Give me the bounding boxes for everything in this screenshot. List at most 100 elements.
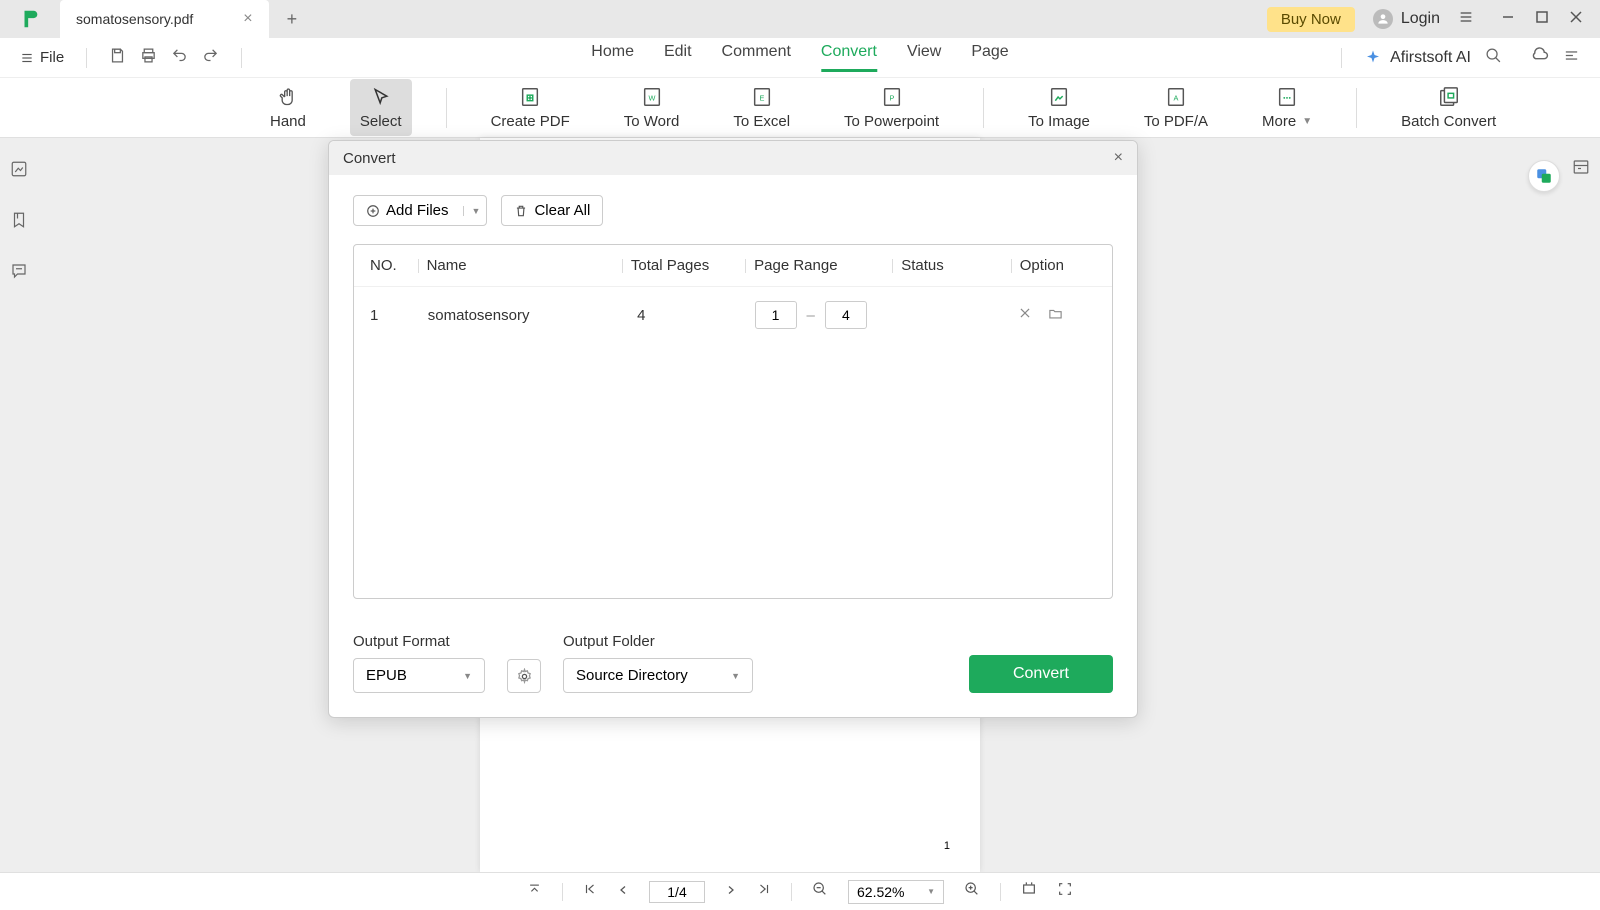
app-logo: [0, 8, 60, 30]
fit-page-icon[interactable]: [1057, 881, 1073, 902]
convert-button[interactable]: Convert: [969, 655, 1113, 693]
range-dash: –: [807, 307, 815, 324]
thumbnail-icon[interactable]: [10, 160, 28, 183]
clear-all-button[interactable]: Clear All: [501, 195, 603, 226]
col-range: Page Range: [754, 257, 892, 274]
powerpoint-icon: P: [881, 85, 903, 109]
excel-icon: E: [751, 85, 773, 109]
to-pdfa-label: To PDF/A: [1144, 113, 1208, 130]
hand-icon: [278, 85, 298, 109]
hand-label: Hand: [270, 113, 306, 130]
open-folder-icon[interactable]: [1048, 306, 1063, 325]
hamburger-icon[interactable]: [1458, 9, 1474, 30]
hand-tool[interactable]: Hand: [260, 79, 316, 136]
maximize-icon[interactable]: [1536, 10, 1548, 28]
output-folder-select[interactable]: Source Directory ▼: [563, 658, 753, 693]
create-pdf-icon: [519, 85, 541, 109]
tab-home[interactable]: Home: [591, 43, 634, 72]
row-name: somatosensory: [428, 307, 629, 324]
output-folder-value: Source Directory: [576, 667, 688, 684]
bookmark-icon[interactable]: [10, 211, 28, 234]
login-button[interactable]: Login: [1373, 9, 1440, 29]
to-excel-tool[interactable]: E To Excel: [723, 79, 800, 136]
col-no: NO.: [370, 257, 418, 274]
main-tabs: Home Edit Comment Convert View Page: [591, 43, 1008, 72]
range-from-input[interactable]: [755, 301, 797, 329]
output-format-value: EPUB: [366, 667, 407, 684]
new-tab-button[interactable]: +: [287, 9, 298, 30]
add-files-button[interactable]: Add Files ▼: [353, 195, 487, 226]
tab-view[interactable]: View: [907, 43, 941, 72]
range-to-input[interactable]: [825, 301, 867, 329]
scroll-top-icon[interactable]: [527, 882, 542, 902]
more-label: More: [1262, 113, 1296, 130]
page-input[interactable]: [649, 881, 705, 903]
floating-translate-button[interactable]: [1528, 160, 1560, 192]
select-label: Select: [360, 113, 402, 130]
tab-convert[interactable]: Convert: [821, 43, 877, 72]
first-page-icon[interactable]: [583, 882, 597, 901]
page-number: 1: [944, 840, 950, 852]
zoom-out-icon[interactable]: [812, 881, 828, 902]
tab-page[interactable]: Page: [971, 43, 1008, 72]
modal-title: Convert: [343, 150, 396, 167]
left-sidebar: [0, 138, 38, 285]
zoom-select[interactable]: 62.52% ▼: [848, 880, 944, 904]
zoom-in-icon[interactable]: [964, 881, 980, 902]
clear-all-label: Clear All: [534, 202, 590, 219]
col-pages: Total Pages: [631, 257, 745, 274]
last-page-icon[interactable]: [757, 882, 771, 901]
batch-convert-tool[interactable]: Batch Convert: [1391, 79, 1506, 136]
more-tool[interactable]: More ▼: [1252, 79, 1322, 136]
tab-close-icon[interactable]: ×: [243, 10, 252, 28]
redo-icon[interactable]: [202, 47, 219, 69]
tab-title: somatosensory.pdf: [76, 11, 193, 27]
output-folder-label: Output Folder: [563, 633, 753, 650]
search-icon[interactable]: [1485, 47, 1502, 69]
select-tool[interactable]: Select: [350, 79, 412, 136]
modal-close-icon[interactable]: ×: [1114, 149, 1123, 167]
ai-button[interactable]: Afirstsoft AI: [1364, 49, 1471, 67]
buy-now-button[interactable]: Buy Now: [1267, 7, 1355, 32]
chevron-down-icon: ▼: [463, 206, 481, 216]
fit-width-icon[interactable]: [1021, 881, 1037, 902]
to-image-tool[interactable]: To Image: [1018, 79, 1100, 136]
to-pdfa-tool[interactable]: A To PDF/A: [1134, 79, 1218, 136]
zoom-value: 62.52%: [857, 884, 904, 900]
format-settings-button[interactable]: [507, 659, 541, 693]
plus-circle-icon: [366, 204, 380, 218]
minimize-icon[interactable]: [1502, 10, 1514, 28]
chevron-down-icon: ▼: [1302, 116, 1312, 127]
file-menu[interactable]: File: [20, 49, 64, 66]
create-pdf-tool[interactable]: Create PDF: [481, 79, 580, 136]
menu-lines-icon[interactable]: [1563, 47, 1580, 69]
avatar-icon: [1373, 9, 1393, 29]
cloud-icon[interactable]: [1530, 46, 1549, 70]
to-ppt-label: To Powerpoint: [844, 113, 939, 130]
next-page-icon[interactable]: [725, 883, 737, 901]
prev-page-icon[interactable]: [617, 883, 629, 901]
to-powerpoint-tool[interactable]: P To Powerpoint: [834, 79, 949, 136]
sparkle-icon: [1364, 49, 1382, 67]
image-icon: [1048, 85, 1070, 109]
save-icon[interactable]: [109, 47, 126, 69]
undo-icon[interactable]: [171, 47, 188, 69]
remove-row-icon[interactable]: [1018, 306, 1032, 325]
close-icon[interactable]: [1570, 10, 1582, 28]
output-format-select[interactable]: EPUB ▼: [353, 658, 485, 693]
separator: [983, 88, 984, 128]
panel-icon[interactable]: [1572, 158, 1590, 181]
separator: [1356, 88, 1357, 128]
col-option: Option: [1020, 257, 1096, 274]
more-icon: [1276, 85, 1298, 109]
tab-edit[interactable]: Edit: [664, 43, 692, 72]
tab-comment[interactable]: Comment: [722, 43, 791, 72]
to-word-tool[interactable]: W To Word: [614, 79, 690, 136]
table-header: NO. Name Total Pages Page Range Status O…: [354, 245, 1112, 287]
titlebar: somatosensory.pdf × + Buy Now Login: [0, 0, 1600, 38]
batch-icon: [1438, 85, 1460, 109]
document-tab[interactable]: somatosensory.pdf ×: [60, 0, 269, 38]
convert-toolbar: Hand Select Create PDF W To Word E To Ex…: [0, 78, 1600, 138]
comment-sidebar-icon[interactable]: [10, 262, 28, 285]
print-icon[interactable]: [140, 47, 157, 69]
